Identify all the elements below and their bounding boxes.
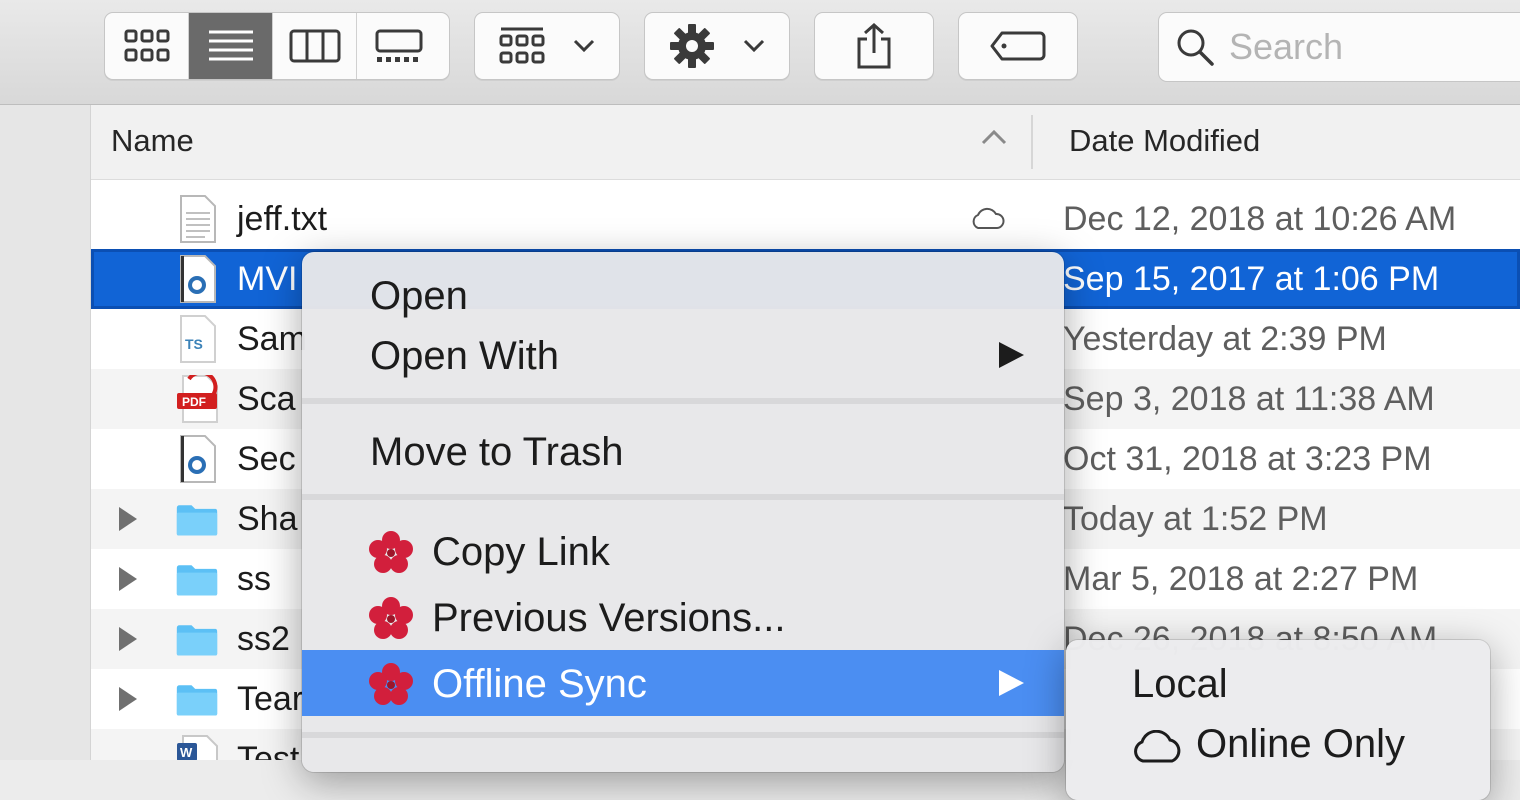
sidebar: e [0, 105, 91, 760]
view-mode-segmented-control [104, 12, 450, 80]
file-name: jeff.txt [237, 200, 328, 238]
word-file-icon: W [177, 735, 218, 760]
file-name: Test [237, 740, 300, 760]
menu-item-open-with[interactable]: Open With [302, 322, 1064, 386]
toolbar [0, 0, 1520, 105]
column-divider[interactable] [1031, 115, 1033, 169]
folder-icon [176, 625, 218, 656]
folder-icon [176, 565, 218, 596]
menu-separator [302, 494, 1064, 500]
file-name: Sha [237, 500, 298, 538]
chevron-down-icon [573, 39, 595, 53]
group-by-button[interactable] [474, 12, 620, 80]
offline-sync-submenu: Local Online Only [1066, 640, 1490, 800]
menu-separator [302, 398, 1064, 404]
pdf-file-icon: PDF [177, 375, 218, 423]
group-grid-icon [499, 27, 545, 64]
svg-text:TS: TS [185, 336, 203, 352]
name-column-header[interactable]: Name [111, 123, 194, 159]
menu-item-copy-link[interactable]: Copy Link [302, 518, 1064, 582]
share-button[interactable] [814, 12, 934, 80]
columns-icon [289, 29, 340, 63]
chevron-down-icon [743, 39, 765, 53]
menu-separator [302, 732, 1064, 738]
menu-item-open[interactable]: Open [302, 262, 1064, 326]
file-name: Sca [237, 380, 296, 418]
search-input[interactable] [1227, 25, 1520, 69]
share-icon [857, 23, 891, 69]
menu-item-offline-sync[interactable]: Offline Sync [302, 650, 1064, 716]
icon-grid-icon [124, 29, 169, 62]
context-menu: Open Open With Move to Trash Copy Link P… [302, 252, 1064, 772]
svg-text:PDF: PDF [182, 395, 206, 409]
file-date: Dec 12, 2018 at 10:26 AM [1063, 200, 1457, 238]
submenu-arrow-icon [999, 670, 1024, 696]
file-name: MVI [237, 260, 298, 298]
search-field[interactable] [1158, 12, 1520, 82]
file-name: Sec [237, 440, 296, 478]
disclosure-triangle-icon[interactable] [117, 685, 139, 713]
disclosure-triangle-icon[interactable] [117, 505, 139, 533]
table-row[interactable]: jeff.txt Dec 12, 2018 at 10:26 AM [91, 189, 1520, 249]
quicktime-file-icon [180, 435, 216, 483]
file-date: Oct 31, 2018 at 3:23 PM [1063, 440, 1432, 478]
column-header-bar: Name Date Modified [91, 105, 1520, 180]
file-name: ss [237, 560, 271, 598]
folder-icon [176, 685, 218, 716]
submenu-item-online-only[interactable]: Online Only [1066, 708, 1490, 768]
sort-ascending-icon[interactable] [981, 129, 1007, 145]
text-file-icon [180, 195, 216, 243]
file-date: Today at 1:52 PM [1063, 500, 1328, 538]
search-icon [1177, 29, 1214, 66]
icon-view-button[interactable] [105, 13, 189, 79]
cloud-icon [1134, 730, 1181, 763]
gallery-view-button[interactable] [357, 13, 441, 79]
file-date: Sep 15, 2017 at 1:06 PM [1063, 260, 1440, 298]
quicktime-file-icon [180, 255, 216, 303]
submenu-item-local[interactable]: Local [1066, 648, 1490, 708]
app-flower-icon [369, 663, 413, 705]
app-flower-icon [369, 597, 413, 639]
app-flower-icon [369, 531, 413, 573]
tags-button[interactable] [958, 12, 1078, 80]
gallery-icon [375, 29, 423, 62]
file-name: Tear [237, 680, 304, 718]
menu-item-previous-versions[interactable]: Previous Versions... [302, 584, 1064, 648]
file-date: Yesterday at 2:39 PM [1063, 320, 1387, 358]
svg-text:W: W [180, 745, 193, 760]
typescript-file-icon: TS [180, 315, 216, 363]
gear-icon [670, 24, 714, 68]
file-name: ss2 [237, 620, 290, 658]
disclosure-triangle-icon[interactable] [117, 565, 139, 593]
file-date: Sep 3, 2018 at 11:38 AM [1063, 380, 1435, 418]
action-button[interactable] [644, 12, 790, 80]
date-modified-column-header[interactable]: Date Modified [1069, 123, 1260, 159]
tag-icon [990, 31, 1046, 61]
disclosure-triangle-icon[interactable] [117, 625, 139, 653]
file-date: Mar 5, 2018 at 2:27 PM [1063, 560, 1419, 598]
folder-icon [176, 505, 218, 536]
cloud-icon [972, 207, 1005, 229]
column-view-button[interactable] [273, 13, 357, 79]
menu-item-move-to-trash[interactable]: Move to Trash [302, 418, 1064, 482]
submenu-arrow-icon [999, 342, 1024, 368]
list-lines-icon [208, 30, 253, 61]
file-name: Sam [237, 320, 307, 358]
list-view-button[interactable] [189, 13, 273, 79]
